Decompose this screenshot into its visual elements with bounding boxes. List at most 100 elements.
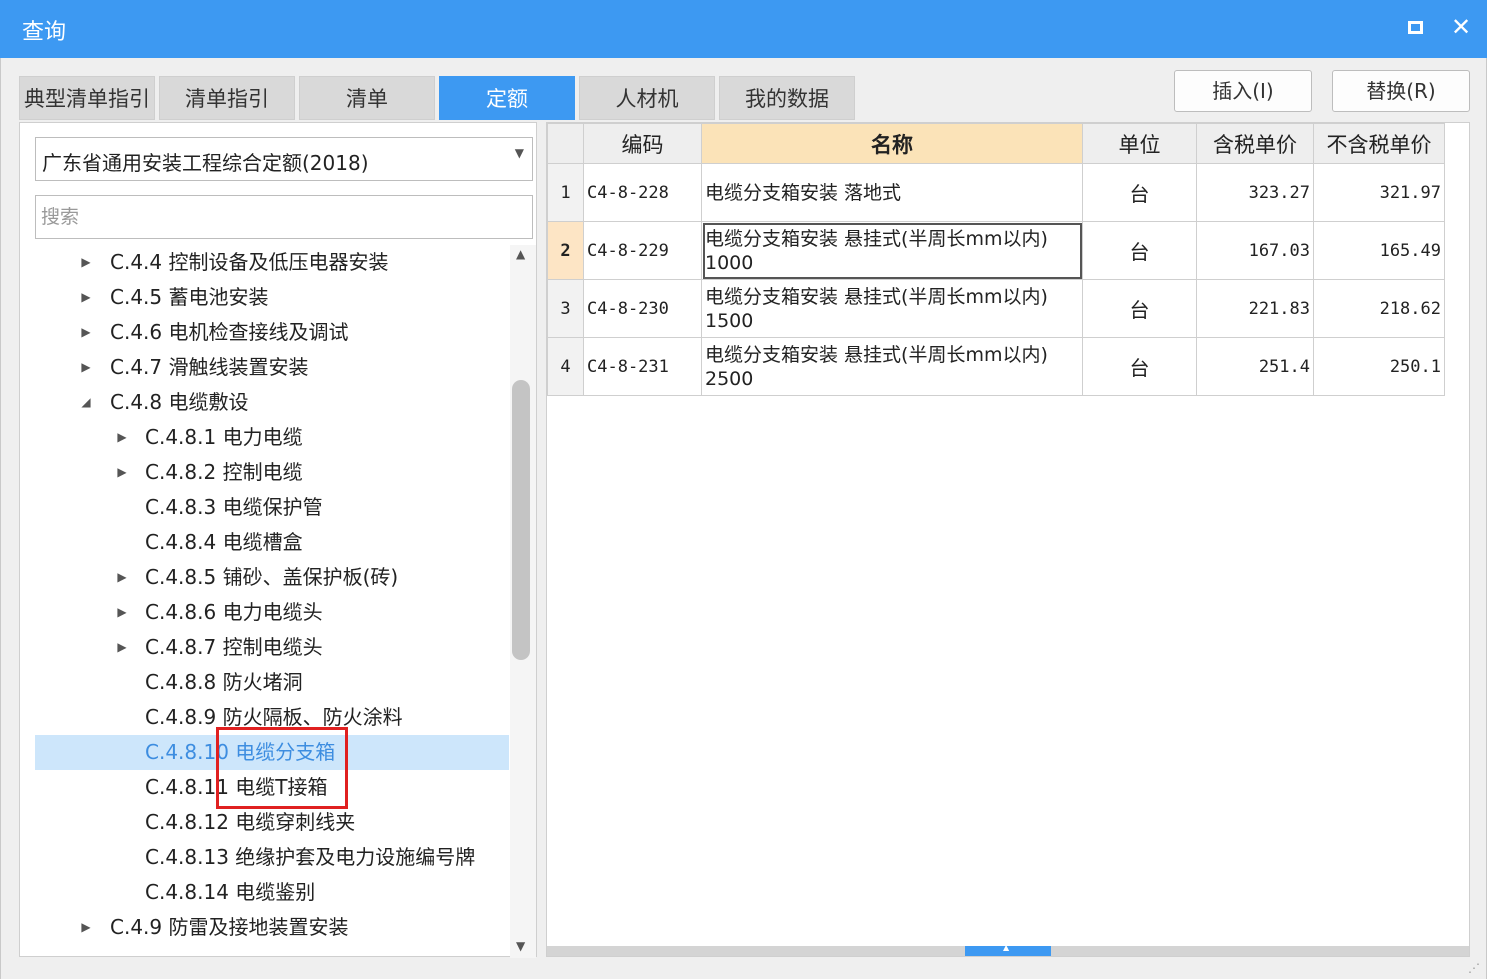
maximize-button[interactable] [1400, 12, 1430, 42]
tree-node[interactable]: C.4.8.10 电缆分支箱 [35, 735, 509, 770]
window-title: 查询 [22, 20, 67, 45]
expand-caret-icon[interactable]: ▶ [115, 630, 129, 665]
cell-name[interactable]: 电缆分支箱安装 悬挂式(半周长mm以内) 1500 [701, 279, 1083, 338]
tree-node[interactable]: ▶ C.4.8.2 控制电缆 [35, 455, 509, 490]
tree-node-label: C.4.8.6 电力电缆头 [145, 600, 323, 624]
grid-scroll-thumb[interactable] [965, 943, 1051, 956]
tree-node[interactable]: ▶ C.4.8.6 电力电缆头 [35, 595, 509, 630]
cell-unit[interactable]: 台 [1082, 163, 1197, 222]
row-number[interactable]: 3 [547, 279, 584, 338]
cell-name[interactable]: 电缆分支箱安装 悬挂式(半周长mm以内) 1000 [701, 221, 1083, 280]
expand-caret-icon[interactable]: ▶ [79, 350, 93, 385]
close-icon: ✕ [1450, 13, 1472, 41]
tab-typical-list-guide[interactable]: 典型清单指引 [19, 76, 155, 120]
cell-code[interactable]: C4-8-230 [583, 279, 702, 338]
tab-quota[interactable]: 定额 [439, 76, 575, 120]
row-number[interactable]: 2 [547, 221, 584, 280]
search-input[interactable] [35, 195, 533, 239]
cell-tax-price[interactable]: 251.4 [1196, 337, 1314, 396]
col-header-notax-price[interactable]: 不含税单价 [1313, 123, 1445, 164]
scroll-up-icon[interactable]: ▲ [516, 247, 525, 261]
tree-node-label: C.4.8.11 电缆T接箱 [145, 775, 328, 799]
cell-code[interactable]: C4-8-231 [583, 337, 702, 396]
tree-node-label: C.4.8.7 控制电缆头 [145, 635, 323, 659]
replace-button[interactable]: 替换(R) [1332, 70, 1470, 112]
tree-node[interactable]: ◢ C.4.8 电缆敷设 [35, 385, 509, 420]
grid-horizontal-scrollbar[interactable] [547, 943, 1469, 956]
tree-node-label: C.4.8 电缆敷设 [110, 390, 249, 414]
expand-caret-icon[interactable]: ▶ [79, 280, 93, 315]
row-number[interactable]: 4 [547, 337, 584, 396]
cell-tax-price[interactable]: 167.03 [1196, 221, 1314, 280]
cell-notax-price[interactable]: 165.49 [1313, 221, 1445, 280]
cell-notax-price[interactable]: 218.62 [1313, 279, 1445, 338]
cell-tax-price[interactable]: 221.83 [1196, 279, 1314, 338]
expand-caret-icon[interactable]: ▶ [79, 245, 93, 280]
tree-node[interactable]: C.4.8.3 电缆保护管 [35, 490, 509, 525]
tree-node[interactable]: C.4.8.13 绝缘护套及电力设施编号牌 [35, 840, 509, 875]
scroll-down-icon[interactable]: ▼ [516, 939, 525, 953]
tree-node[interactable]: C.4.8.4 电缆槽盒 [35, 525, 509, 560]
tree-node[interactable]: C.4.8.8 防火堵洞 [35, 665, 509, 700]
quota-library-select[interactable]: 广东省通用安装工程综合定额(2018) ▼ [35, 137, 533, 181]
tree-node-label: C.4.8.3 电缆保护管 [145, 495, 323, 519]
expand-caret-icon[interactable]: ▶ [79, 315, 93, 350]
insert-button[interactable]: 插入(I) [1174, 70, 1312, 112]
tree-node-label: C.4.9 防雷及接地装置安装 [110, 915, 349, 939]
cell-tax-price[interactable]: 323.27 [1196, 163, 1314, 222]
expand-caret-icon[interactable]: ▶ [79, 910, 93, 945]
tree-node-label: C.4.8.8 防火堵洞 [145, 670, 303, 694]
tree-node-label: C.4.8.12 电缆穿刺线夹 [145, 810, 356, 834]
cell-notax-price[interactable]: 321.97 [1313, 163, 1445, 222]
tree-node-label: C.4.8.10 电缆分支箱 [145, 740, 336, 764]
tree-node-label: C.4.6 电机检查接线及调试 [110, 320, 349, 344]
collapse-caret-icon[interactable]: ◢ [79, 385, 93, 420]
tree-node-label: C.4.8.2 控制电缆 [145, 460, 303, 484]
tab-my-data[interactable]: 我的数据 [719, 76, 855, 120]
table-row[interactable]: 2 C4-8-229 电缆分支箱安装 悬挂式(半周长mm以内) 1000 台 167.0… [547, 221, 1445, 280]
tree-node-label: C.4.8.4 电缆槽盒 [145, 530, 303, 554]
table-row[interactable]: 1 C4-8-228 电缆分支箱安装 落地式台 323.27 321.97 [547, 163, 1445, 222]
cell-name[interactable]: 电缆分支箱安装 悬挂式(半周长mm以内) 2500 [701, 337, 1083, 396]
scroll-thumb[interactable] [512, 380, 530, 660]
tree-node[interactable]: ▶ C.4.8.1 电力电缆 [35, 420, 509, 455]
tree-node[interactable]: ▶ C.4.8.7 控制电缆头 [35, 630, 509, 665]
cell-code[interactable]: C4-8-229 [583, 221, 702, 280]
tree-node[interactable]: C.4.8.12 电缆穿刺线夹 [35, 805, 509, 840]
table-row[interactable]: 4 C4-8-231 电缆分支箱安装 悬挂式(半周长mm以内) 2500 台 251.4… [547, 337, 1445, 396]
tab-list[interactable]: 清单 [299, 76, 435, 120]
chapter-tree: ▶ C.4.4 控制设备及低压电器安装 ▶ C.4.5 蓄电池安装 ▶ C.4.6 电机检… [20, 245, 510, 958]
cell-name[interactable]: 电缆分支箱安装 落地式 [701, 163, 1083, 222]
tree-node-label: C.4.8.14 电缆鉴别 [145, 880, 316, 904]
close-button[interactable]: ✕ [1446, 12, 1476, 42]
expand-caret-icon[interactable]: ▶ [115, 455, 129, 490]
tree-node[interactable]: C.4.8.9 防火隔板、防火涂料 [35, 700, 509, 735]
cell-code[interactable]: C4-8-228 [583, 163, 702, 222]
tree-node[interactable]: ▶ C.4.7 滑触线装置安装 [35, 350, 509, 385]
cell-unit[interactable]: 台 [1082, 279, 1197, 338]
tab-labor-material-machine[interactable]: 人材机 [579, 76, 715, 120]
cell-notax-price[interactable]: 250.1 [1313, 337, 1445, 396]
table-row[interactable]: 3 C4-8-230 电缆分支箱安装 悬挂式(半周长mm以内) 1500 台 221.8… [547, 279, 1445, 338]
col-header-code[interactable]: 编码 [583, 123, 702, 164]
tree-node[interactable]: C.4.8.11 电缆T接箱 [35, 770, 509, 805]
tree-node[interactable]: ▶ C.4.6 电机检查接线及调试 [35, 315, 509, 350]
col-header-unit[interactable]: 单位 [1082, 123, 1197, 164]
tree-node[interactable]: ▶ C.4.9 防雷及接地装置安装 [35, 910, 509, 945]
row-number[interactable]: 1 [547, 163, 584, 222]
col-header-name[interactable]: 名称 [701, 123, 1083, 164]
cell-unit[interactable]: 台 [1082, 221, 1197, 280]
resize-grip-icon[interactable]: ⋰ [1468, 961, 1480, 975]
tab-list-guide[interactable]: 清单指引 [159, 76, 295, 120]
tree-scrollbar[interactable]: ▲ ▼ [510, 245, 536, 958]
tree-node[interactable]: ▶ C.4.8.5 铺砂、盖保护板(砖) [35, 560, 509, 595]
tree-node[interactable]: ▶ C.4.4 控制设备及低压电器安装 [35, 245, 509, 280]
tree-node-label: C.4.8.1 电力电缆 [145, 425, 303, 449]
expand-caret-icon[interactable]: ▶ [115, 420, 129, 455]
tree-node[interactable]: ▶ C.4.5 蓄电池安装 [35, 280, 509, 315]
expand-caret-icon[interactable]: ▶ [115, 595, 129, 630]
col-header-tax-price[interactable]: 含税单价 [1196, 123, 1314, 164]
cell-unit[interactable]: 台 [1082, 337, 1197, 396]
tree-node[interactable]: C.4.8.14 电缆鉴别 [35, 875, 509, 910]
expand-caret-icon[interactable]: ▶ [115, 560, 129, 595]
